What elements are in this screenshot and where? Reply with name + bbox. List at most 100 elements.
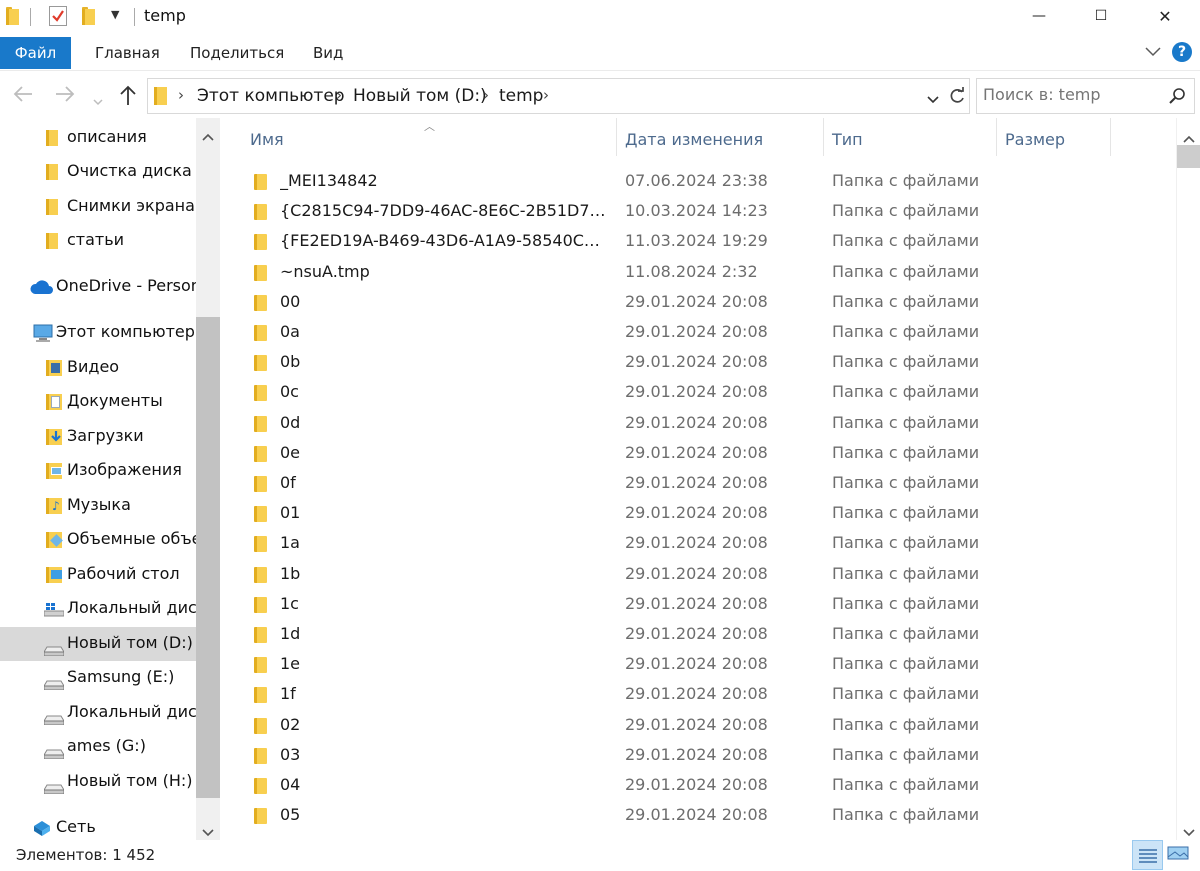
chevron-right-icon[interactable]: ›: [543, 86, 549, 104]
column-header-date-modified[interactable]: Дата изменения: [625, 130, 763, 149]
address-bar[interactable]: › Этот компьютер › Новый том (D:) › temp…: [147, 78, 970, 114]
table-row[interactable]: 1d 29.01.2024 20:08 Папка с файлами: [250, 620, 1170, 650]
new-folder-icon[interactable]: [82, 7, 95, 25]
tab-view[interactable]: Вид: [313, 37, 343, 69]
back-button[interactable]: [12, 84, 34, 109]
nav-item-onedrive[interactable]: OneDrive - Personal: [0, 270, 196, 304]
help-icon[interactable]: ?: [1172, 42, 1192, 62]
scrollbar-thumb[interactable]: [1177, 145, 1200, 168]
folder-icon: [254, 174, 267, 190]
nav-item-drive-d[interactable]: Новый том (D:): [0, 627, 196, 661]
column-header-size[interactable]: Размер: [1005, 130, 1065, 149]
tab-home[interactable]: Главная: [95, 37, 160, 69]
expand-ribbon-icon[interactable]: [1144, 43, 1162, 62]
properties-icon[interactable]: [49, 6, 67, 26]
nav-item-drive-e[interactable]: Samsung (E:): [0, 661, 196, 695]
nav-item-downloads[interactable]: Загрузки: [0, 420, 196, 454]
table-row[interactable]: 1c 29.01.2024 20:08 Папка с файлами: [250, 590, 1170, 620]
chevron-right-icon[interactable]: ›: [336, 86, 342, 104]
recent-locations-dropdown-icon[interactable]: [92, 88, 104, 112]
chevron-right-icon[interactable]: ›: [483, 86, 489, 104]
details-view-button[interactable]: [1132, 840, 1163, 870]
nav-item-articles[interactable]: статьи: [0, 224, 196, 258]
close-button[interactable]: ✕: [1142, 0, 1188, 32]
table-row[interactable]: 05 29.01.2024 20:08 Папка с файлами: [250, 801, 1170, 831]
scrollbar-thumb[interactable]: [196, 317, 220, 798]
nav-item-descriptions[interactable]: описания: [0, 121, 196, 155]
table-row[interactable]: 0b 29.01.2024 20:08 Папка с файлами: [250, 348, 1170, 378]
nav-item-desktop[interactable]: Рабочий стол: [0, 558, 196, 592]
table-row[interactable]: 03 29.01.2024 20:08 Папка с файлами: [250, 741, 1170, 771]
scroll-down-icon[interactable]: [202, 822, 214, 841]
folder-icon: [46, 199, 58, 215]
scroll-up-icon[interactable]: [202, 126, 214, 145]
breadcrumb-this-pc[interactable]: Этот компьютер: [197, 86, 345, 106]
nav-item-screenshots[interactable]: Снимки экрана: [0, 190, 196, 224]
breadcrumb-drive-d[interactable]: Новый том (D:): [353, 86, 487, 106]
forward-button[interactable]: [54, 84, 76, 109]
scroll-down-icon[interactable]: [1183, 822, 1195, 841]
table-row[interactable]: _MEI134842 07.06.2024 23:38 Папка с файлам…: [250, 167, 1170, 197]
table-row[interactable]: 04 29.01.2024 20:08 Папка с файлами: [250, 771, 1170, 801]
maximize-button[interactable]: ☐: [1078, 0, 1124, 32]
nav-item-drive-h[interactable]: Новый том (H:): [0, 765, 196, 799]
navigation-pane-scrollbar[interactable]: [196, 118, 220, 840]
nav-item-disk-cleanup[interactable]: Очистка диска: [0, 155, 196, 189]
nav-item-videos[interactable]: Видео: [0, 351, 196, 385]
column-header-type[interactable]: Тип: [832, 130, 863, 149]
table-row[interactable]: 00 29.01.2024 20:08 Папка с файлами: [250, 288, 1170, 318]
nav-item-pictures[interactable]: Изображения: [0, 454, 196, 488]
nav-item-label: Локальный диск (C:): [67, 598, 196, 617]
breadcrumb-temp[interactable]: temp: [499, 86, 543, 106]
table-row[interactable]: 01 29.01.2024 20:08 Папка с файлами: [250, 499, 1170, 529]
table-row[interactable]: {FE2ED19A-B469-43D6-A1A9-58540C202... 11.…: [250, 227, 1170, 257]
file-type: Папка с файлами: [832, 684, 980, 704]
table-row[interactable]: 02 29.01.2024 20:08 Папка с файлами: [250, 711, 1170, 741]
table-row[interactable]: 0e 29.01.2024 20:08 Папка с файлами: [250, 439, 1170, 469]
address-history-dropdown-icon[interactable]: [926, 90, 940, 109]
nav-item-music[interactable]: ♪ Музыка: [0, 489, 196, 523]
table-row[interactable]: 1e 29.01.2024 20:08 Папка с файлами: [250, 650, 1170, 680]
column-divider[interactable]: [616, 118, 617, 156]
table-row[interactable]: 1b 29.01.2024 20:08 Папка с файлами: [250, 560, 1170, 590]
minimize-button[interactable]: —: [1016, 0, 1062, 32]
file-name: 0c: [280, 382, 299, 402]
nav-item-drive-f[interactable]: Локальный диск (F:): [0, 696, 196, 730]
search-input[interactable]: [983, 85, 1163, 104]
file-date-modified: 29.01.2024 20:08: [625, 442, 768, 462]
folder-icon: [254, 506, 267, 523]
file-type: Папка с файлами: [832, 473, 980, 492]
column-header-name[interactable]: Имя: [250, 130, 284, 149]
nav-item-drive-c[interactable]: Локальный диск (C:): [0, 592, 196, 626]
table-row[interactable]: 0a 29.01.2024 20:08 Папка с файлами: [250, 318, 1170, 348]
column-divider[interactable]: [823, 118, 824, 156]
file-type: Папка с файлами: [832, 593, 980, 613]
table-row[interactable]: {C2815C94-7DD9-46AC-8E6C-2B51D7276... 10.…: [250, 197, 1170, 227]
nav-item-this-pc[interactable]: Этот компьютер: [0, 316, 196, 350]
table-row[interactable]: 1f 29.01.2024 20:08 Папка с файлами: [250, 680, 1170, 710]
customize-toolbar-dropdown-icon[interactable]: ▼: [111, 8, 119, 21]
file-list-scrollbar[interactable]: [1176, 118, 1200, 840]
search-box[interactable]: [976, 78, 1195, 114]
folder-icon: [254, 325, 267, 341]
table-row[interactable]: 0d 29.01.2024 20:08 Папка с файлами: [250, 409, 1170, 439]
up-button[interactable]: [118, 84, 138, 111]
file-type: Папка с файлами: [832, 261, 980, 281]
nav-item-drive-g[interactable]: ames (G:): [0, 730, 196, 764]
file-name: 04: [280, 775, 301, 794]
table-row[interactable]: ~nsuA.tmp 11.08.2024 2:32 Папка с файлами: [250, 258, 1170, 288]
table-row[interactable]: 1a 29.01.2024 20:08 Папка с файлами: [250, 529, 1170, 559]
nav-item-label: статьи: [67, 230, 125, 249]
column-divider[interactable]: [1110, 118, 1111, 156]
table-row[interactable]: 0f 29.01.2024 20:08 Папка с файлами: [250, 469, 1170, 499]
search-icon[interactable]: [1169, 87, 1187, 109]
tab-share[interactable]: Поделиться: [190, 37, 284, 69]
tab-file[interactable]: Файл: [0, 37, 71, 69]
nav-item-documents[interactable]: Документы: [0, 385, 196, 419]
table-row[interactable]: 0c 29.01.2024 20:08 Папка с файлами: [250, 378, 1170, 408]
column-divider[interactable]: [996, 118, 997, 156]
refresh-icon[interactable]: [948, 87, 966, 109]
nav-item-3d-objects[interactable]: Объемные объекты: [0, 523, 196, 557]
large-icons-view-button[interactable]: [1167, 845, 1191, 865]
chevron-right-icon[interactable]: ›: [178, 86, 184, 104]
